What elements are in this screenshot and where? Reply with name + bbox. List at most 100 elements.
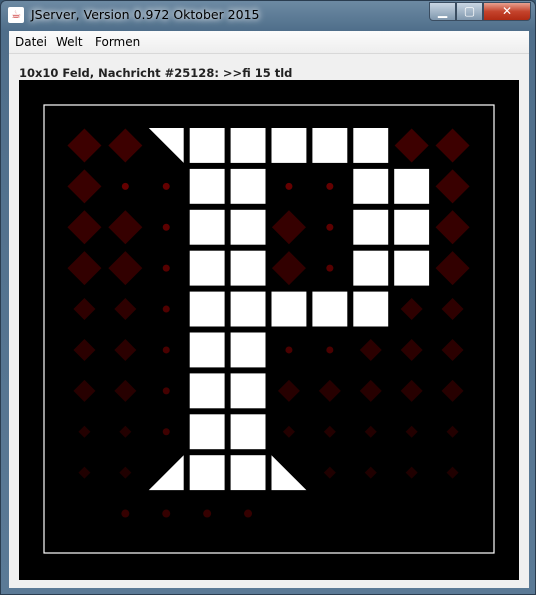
red-diamond bbox=[119, 425, 132, 438]
white-cell bbox=[353, 291, 389, 327]
red-diamond bbox=[446, 425, 459, 438]
red-dot bbox=[326, 264, 334, 272]
red-diamond bbox=[435, 128, 470, 163]
red-diamond bbox=[78, 425, 91, 438]
red-dot bbox=[285, 346, 293, 354]
white-corner-cell bbox=[148, 455, 184, 491]
white-cell bbox=[230, 455, 266, 491]
red-diamond bbox=[364, 425, 377, 438]
red-dot bbox=[121, 509, 130, 518]
white-cell bbox=[312, 291, 348, 327]
application-window: ☕ JServer, Version 0.972 Oktober 2015 ▁ … bbox=[0, 0, 536, 595]
white-cell bbox=[353, 250, 389, 286]
menu-formen[interactable]: Formen bbox=[95, 35, 140, 49]
menu-datei[interactable]: Datei bbox=[15, 35, 47, 49]
red-diamond bbox=[277, 379, 300, 402]
close-button[interactable]: ✕ bbox=[483, 2, 531, 21]
red-diamond bbox=[67, 169, 102, 204]
red-dot bbox=[285, 182, 293, 190]
red-diamond bbox=[405, 425, 418, 438]
red-diamond bbox=[108, 128, 143, 163]
close-icon: ✕ bbox=[501, 4, 513, 18]
red-diamond bbox=[119, 466, 132, 479]
white-cell bbox=[189, 373, 225, 409]
red-diamond bbox=[73, 379, 96, 402]
menu-bar: Datei Welt Formen bbox=[9, 31, 529, 54]
maximize-button[interactable]: ▢ bbox=[456, 2, 483, 21]
white-cell bbox=[189, 128, 225, 163]
white-cell bbox=[230, 373, 266, 409]
maximize-icon: ▢ bbox=[463, 4, 476, 18]
white-cell bbox=[353, 209, 389, 245]
red-diamond bbox=[405, 466, 418, 479]
red-diamond bbox=[394, 128, 429, 163]
java-icon[interactable]: ☕ bbox=[8, 7, 24, 23]
white-cell bbox=[189, 332, 225, 368]
white-cell bbox=[189, 291, 225, 327]
red-diamond bbox=[400, 298, 423, 321]
minimize-icon: ▁ bbox=[437, 4, 448, 18]
red-dot bbox=[203, 509, 212, 518]
red-dot bbox=[162, 223, 170, 231]
menu-welt[interactable]: Welt bbox=[56, 35, 83, 49]
red-diamond bbox=[446, 466, 459, 479]
red-diamond bbox=[441, 338, 464, 361]
white-cell bbox=[189, 209, 225, 245]
red-diamond bbox=[318, 379, 341, 402]
red-diamond bbox=[114, 338, 137, 361]
red-diamond bbox=[114, 298, 137, 321]
red-diamond bbox=[400, 338, 423, 361]
red-diamond bbox=[78, 466, 91, 479]
white-cell bbox=[189, 414, 225, 450]
red-diamond bbox=[435, 251, 470, 286]
white-cell bbox=[394, 209, 430, 245]
white-cell bbox=[230, 209, 266, 245]
red-dot bbox=[326, 346, 334, 354]
red-dot bbox=[162, 346, 170, 354]
status-message: 10x10 Feld, Nachricht #25128: >>fi 15 tl… bbox=[19, 66, 293, 80]
window-client-area: Datei Welt Formen 10x10 Feld, Nachricht … bbox=[9, 31, 529, 588]
red-dot bbox=[162, 387, 170, 395]
white-cell bbox=[230, 168, 266, 204]
white-cell bbox=[353, 168, 389, 204]
red-diamond bbox=[359, 379, 382, 402]
red-diamond bbox=[67, 128, 102, 163]
red-diamond bbox=[282, 425, 295, 438]
title-bar[interactable]: ☕ JServer, Version 0.972 Oktober 2015 ▁ … bbox=[1, 1, 535, 30]
white-corner-cell bbox=[148, 128, 184, 163]
red-dot bbox=[162, 509, 171, 518]
white-corner-cell bbox=[271, 455, 307, 491]
red-diamond bbox=[435, 210, 470, 245]
red-dot bbox=[121, 182, 129, 190]
white-cell bbox=[230, 414, 266, 450]
game-board[interactable] bbox=[19, 80, 519, 580]
white-cell bbox=[189, 168, 225, 204]
red-diamond bbox=[67, 251, 102, 286]
red-diamond bbox=[359, 338, 382, 361]
white-cell bbox=[271, 128, 307, 163]
board-canvas bbox=[43, 104, 495, 554]
white-cell bbox=[230, 291, 266, 327]
white-cell bbox=[230, 250, 266, 286]
white-cell bbox=[271, 291, 307, 327]
red-diamond bbox=[67, 210, 102, 245]
white-cell bbox=[189, 455, 225, 491]
red-diamond bbox=[271, 210, 306, 245]
red-diamond bbox=[73, 298, 96, 321]
red-dot bbox=[326, 182, 334, 190]
red-dot bbox=[244, 509, 253, 518]
white-cell bbox=[230, 332, 266, 368]
red-diamond bbox=[108, 251, 143, 286]
minimize-button[interactable]: ▁ bbox=[429, 2, 456, 21]
red-diamond bbox=[114, 379, 137, 402]
red-diamond bbox=[441, 298, 464, 321]
red-diamond bbox=[323, 425, 336, 438]
red-diamond bbox=[108, 210, 143, 245]
red-dot bbox=[326, 223, 334, 231]
white-cell bbox=[312, 128, 348, 163]
white-cell bbox=[230, 128, 266, 163]
white-cell bbox=[394, 250, 430, 286]
white-cell bbox=[353, 128, 389, 163]
red-dot bbox=[162, 182, 170, 190]
red-diamond bbox=[323, 466, 336, 479]
